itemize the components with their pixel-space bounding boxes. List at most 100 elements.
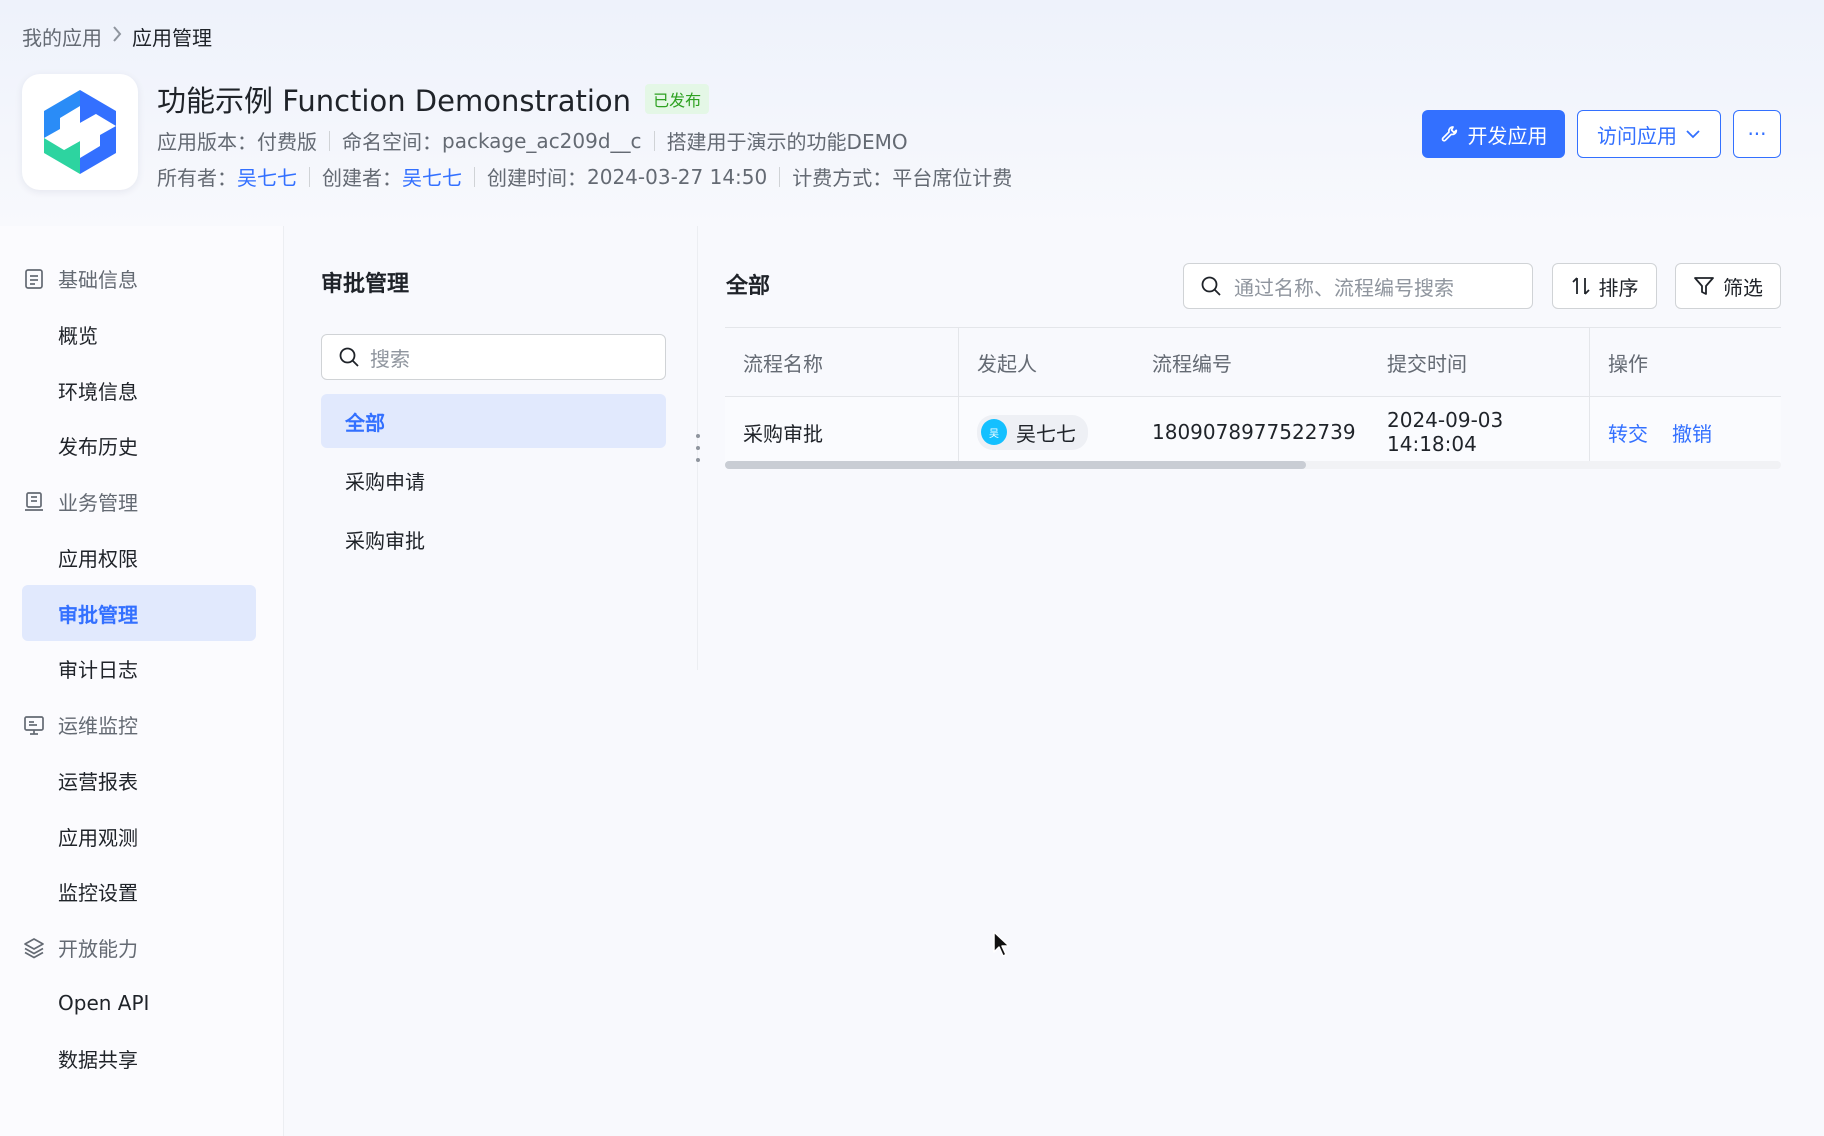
nav-group-label: 基础信息 [58, 268, 138, 292]
horizontal-scrollbar[interactable] [725, 461, 1781, 469]
owner-link[interactable]: 吴七七 [237, 162, 297, 191]
content-title: 全部 [726, 274, 771, 299]
sidebar-item-data-sharing[interactable]: 数据共享 [22, 1030, 256, 1086]
chevron-down-icon [1685, 126, 1701, 142]
breadcrumb-my-apps[interactable]: 我的应用 [22, 22, 102, 51]
category-purchase-request[interactable]: 采购申请 [321, 453, 666, 507]
nav-group-open-capabilities: 开放能力 [22, 933, 138, 962]
filter-button[interactable]: 筛选 [1675, 263, 1781, 309]
column-header-initiator: 发起人 [977, 351, 1037, 376]
sidebar-item-release-history[interactable]: 发布历史 [22, 417, 256, 473]
document-icon [22, 267, 46, 291]
cell-actions: 转交 撤销 [1590, 397, 1781, 467]
nav-group-basic-info: 基础信息 [22, 264, 138, 293]
develop-app-button[interactable]: 开发应用 [1422, 110, 1565, 158]
monitor-icon [22, 713, 46, 737]
scrollbar-thumb[interactable] [725, 461, 1306, 469]
app-meta-row-2: 所有者： 吴七七 创建者： 吴七七 创建时间： 2024-03-27 14:50… [157, 162, 1012, 191]
creator-label: 创建者： [322, 166, 402, 190]
nav-group-label: 业务管理 [58, 491, 138, 515]
owner-label: 所有者： [157, 166, 237, 190]
app-title-row: 功能示例 Function Demonstration 已发布 [157, 78, 710, 120]
breadcrumb-current: 应用管理 [132, 26, 212, 50]
divider [779, 166, 781, 187]
sidebar-item-audit-log[interactable]: 审计日志 [22, 640, 256, 696]
sort-icon [1571, 275, 1591, 297]
cell-submit-time: 2024-09-03 14:18:04 [1369, 397, 1590, 467]
app-description: 搭建用于演示的功能DEMO [666, 130, 908, 154]
billing-value: 平台席位计费 [892, 166, 1013, 190]
sidebar-item-open-api[interactable]: Open API [22, 975, 256, 1031]
sort-label: 排序 [1598, 275, 1639, 300]
cell-initiator: 吴 吴七七 [959, 397, 1134, 467]
more-actions-button[interactable]: ··· [1733, 110, 1781, 158]
created-value: 2024-03-27 14:50 [587, 164, 768, 189]
layers-icon [22, 936, 46, 960]
transfer-link[interactable]: 转交 [1608, 418, 1648, 447]
revoke-link[interactable]: 撤销 [1672, 418, 1712, 447]
sidebar-item-operation-report[interactable]: 运营报表 [22, 752, 256, 808]
wrench-icon [1440, 124, 1460, 144]
breadcrumb: 我的应用 应用管理 [22, 22, 212, 51]
sidebar-item-app-permissions[interactable]: 应用权限 [22, 529, 256, 585]
develop-app-label: 开发应用 [1467, 123, 1548, 148]
category-all[interactable]: 全部 [321, 394, 666, 448]
creator-link[interactable]: 吴七七 [402, 162, 462, 191]
status-badge: 已发布 [645, 84, 710, 114]
chevron-right-icon [102, 24, 132, 49]
category-search-placeholder: 搜索 [370, 346, 410, 371]
process-search-placeholder: 通过名称、流程编号搜索 [1234, 275, 1454, 300]
table-header: 流程名称 发起人 流程编号 提交时间 操作 [725, 327, 1781, 397]
namespace-value: package_ac209d__c [442, 128, 642, 153]
app-title: 功能示例 Function Demonstration [157, 84, 632, 118]
divider [309, 166, 310, 187]
sidebar-item-approval-management[interactable]: 审批管理 [22, 585, 256, 641]
cell-process-number: 1809078977522739 [1152, 420, 1356, 444]
initiator-name: 吴七七 [1016, 421, 1076, 446]
process-table: 流程名称 发起人 流程编号 提交时间 操作 采购审批 吴 吴七七 1809078… [725, 327, 1781, 467]
approval-panel-title: 审批管理 [321, 272, 410, 297]
divider [329, 130, 330, 151]
divider [474, 166, 475, 187]
filter-label: 筛选 [1723, 275, 1763, 300]
sidebar-item-monitor-settings[interactable]: 监控设置 [22, 863, 256, 919]
nav-group-business: 业务管理 [22, 487, 138, 516]
sort-button[interactable]: 排序 [1552, 263, 1657, 309]
version-label: 应用版本： [157, 130, 257, 154]
mouse-cursor-icon [992, 930, 1012, 962]
nav-group-ops: 运维监控 [22, 710, 138, 739]
sidebar-item-app-observability[interactable]: 应用观测 [22, 808, 256, 864]
sidebar-item-environment[interactable]: 环境信息 [22, 362, 256, 418]
divider [653, 130, 655, 151]
version-value: 付费版 [257, 130, 317, 154]
avatar: 吴 [981, 419, 1007, 445]
process-search-input[interactable]: 通过名称、流程编号搜索 [1183, 263, 1533, 309]
billing-label: 计费方式： [792, 166, 893, 190]
more-icon: ··· [1747, 122, 1767, 146]
category-purchase-approval[interactable]: 采购审批 [321, 512, 666, 566]
nav-group-label: 开放能力 [58, 937, 138, 961]
drag-handle-icon[interactable] [694, 434, 702, 462]
briefcase-icon [22, 490, 46, 514]
filter-icon [1693, 275, 1715, 297]
column-header-actions: 操作 [1608, 351, 1648, 376]
column-header-name: 流程名称 [725, 328, 959, 396]
visit-app-button[interactable]: 访问应用 [1577, 110, 1721, 158]
app-meta-row-1: 应用版本： 付费版 命名空间： package_ac209d__c 搭建用于演示… [157, 126, 908, 155]
column-header-submit-time: 提交时间 [1369, 328, 1590, 396]
visit-app-label: 访问应用 [1597, 123, 1677, 148]
search-icon [1200, 275, 1222, 297]
created-label: 创建时间： [487, 166, 587, 190]
nav-group-label: 运维监控 [58, 714, 138, 738]
category-search-input[interactable]: 搜索 [321, 334, 666, 380]
cell-process-name: 采购审批 [725, 397, 959, 467]
search-icon [338, 346, 360, 368]
namespace-label: 命名空间： [342, 130, 442, 154]
approval-category-panel: 审批管理 搜索 全部 采购申请 采购审批 [285, 226, 697, 670]
user-chip[interactable]: 吴 吴七七 [977, 414, 1088, 450]
table-row[interactable]: 采购审批 吴 吴七七 1809078977522739 2024-09-03 1… [725, 397, 1781, 467]
sidebar-item-overview[interactable]: 概览 [22, 306, 256, 362]
app-logo-icon [44, 90, 116, 174]
column-header-number: 流程编号 [1152, 351, 1232, 376]
app-logo [22, 74, 138, 190]
